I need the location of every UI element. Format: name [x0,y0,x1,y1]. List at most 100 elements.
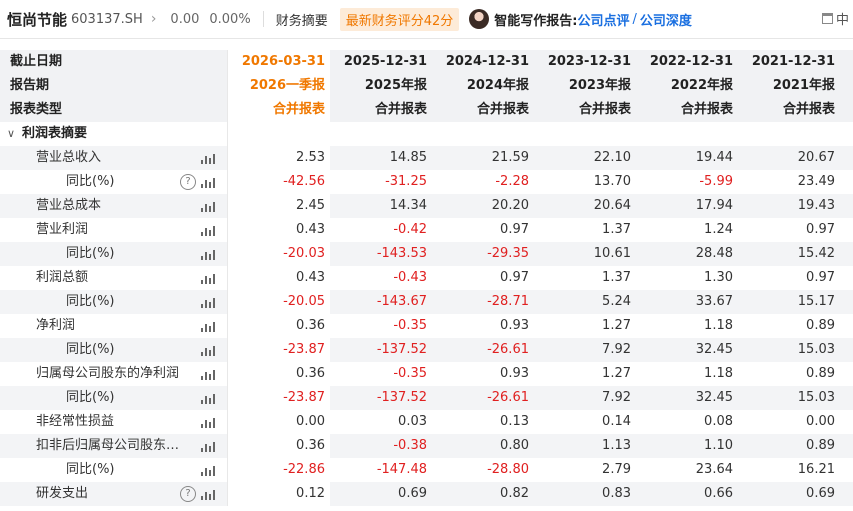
table-cell: 1.30 [704,270,733,285]
bar-chart-icon-bar [209,470,211,476]
stock-price: 0.00 [170,11,200,27]
company-review-link[interactable]: 公司点评 [577,10,629,29]
row-label-cell: 同比(%) [0,386,228,410]
bar-chart-icon[interactable] [201,297,215,308]
help-icon[interactable]: ? [180,174,196,190]
bar-chart-icon[interactable] [201,201,215,212]
table-cell: -0.38 [393,438,427,453]
row-label: 同比(%) [66,462,115,477]
row-label-cell: 营业总成本 [0,194,228,218]
header-value: 2023-12-31 [547,54,631,69]
header-value: 2021-12-31 [751,54,835,69]
row-label-cell: 归属母公司股东的净利润 [0,362,228,386]
table-cell: 0.08 [704,414,733,429]
table-cell: 0.97 [806,222,835,237]
table-cell: 1.10 [704,438,733,453]
header-value: 合并报表 [374,102,427,117]
table-header-row: 报告期 2026一季报 2025年报 2024年报 2023年报 2022年报 2021年报 [0,74,853,98]
table-cell: 17.94 [695,198,733,213]
table-cell-overflow [840,242,853,266]
table-cell: -20.03 [228,242,330,266]
tab-financial-summary[interactable]: 财务摘要 [276,10,328,29]
table-cell: -0.35 [393,366,427,381]
section-title: 利润表摘要 [22,126,88,141]
row-label-cell: 利润总额 [0,266,228,290]
table-cell: 0.83 [602,486,631,501]
table-cell: -26.61 [487,342,529,357]
table-cell: 2.79 [602,462,631,477]
bar-chart-icon-bar [213,226,215,236]
table-cell: 22.10 [593,150,631,165]
bar-chart-icon-bar [209,398,211,404]
table-cell: 0.97 [500,270,529,285]
header-label: 截止日期 [10,54,63,69]
row-label-cell: 扣非后归属母公司股东… [0,434,228,458]
calendar-toggle[interactable]: 中 [822,9,849,28]
row-label: 同比(%) [66,294,115,309]
table-row: 归属母公司股东的净利润 0.36 -0.35 0.93 1.27 1.18 0.89 [0,362,853,386]
header-value: 合并报表 [782,102,835,117]
bar-chart-icon-bar [205,468,207,476]
table-cell: 19.44 [695,150,733,165]
table-cell-overflow [840,290,853,314]
bar-chart-icon-bar [205,204,207,212]
table-cell: 0.00 [228,410,330,434]
bar-chart-icon-bar [213,346,215,356]
table-cell-overflow [840,314,853,338]
bar-chart-icon-bar [209,206,211,212]
company-depth-link[interactable]: 公司深度 [640,10,692,29]
bar-chart-icon[interactable] [201,321,215,332]
bar-chart-icon[interactable] [201,273,215,284]
bar-chart-icon-bar [213,274,215,284]
table-cell: 19.43 [797,198,835,213]
bar-chart-icon-bar [205,348,207,356]
score-badge[interactable]: 最新财务评分42分 [339,7,460,31]
bar-chart-icon-bar [205,444,207,452]
bar-chart-icon[interactable] [201,417,215,428]
bar-chart-icon-bar [205,396,207,404]
bar-chart-icon-bar [201,160,203,164]
bar-chart-icon[interactable] [201,489,215,500]
table-cell-overflow [840,338,853,362]
bar-chart-icon[interactable] [201,345,215,356]
table-cell: 0.97 [500,222,529,237]
row-label: 营业总收入 [36,150,102,165]
bar-chart-icon-bar [201,184,203,188]
bar-chart-icon[interactable] [201,393,215,404]
divider [262,11,264,27]
section-row[interactable]: ∨ 利润表摘要 [0,122,853,146]
header-value: 2022-12-31 [649,54,733,69]
chevron-right-icon[interactable]: › [151,11,157,27]
row-label: 非经常性损益 [36,414,115,429]
table-cell: -0.43 [393,270,427,285]
row-label-cell: 同比(%) [0,338,228,362]
bar-chart-icon[interactable] [201,441,215,452]
row-label: 利润总额 [36,270,89,285]
table-cell: 0.69 [398,486,427,501]
row-label: 同比(%) [66,342,115,357]
table-cell: -20.05 [228,290,330,314]
table-cell: 1.37 [602,222,631,237]
header-value: 合并报表 [228,98,330,122]
bar-chart-icon-bar [213,322,215,332]
help-icon[interactable]: ? [180,486,196,502]
bar-chart-icon-bar [205,180,207,188]
bar-chart-icon-bar [201,424,203,428]
table-cell: 15.17 [797,294,835,309]
table-cell: -28.80 [487,462,529,477]
bar-chart-icon[interactable] [201,249,215,260]
row-label: 同比(%) [66,174,115,189]
bar-chart-icon[interactable] [201,369,215,380]
bar-chart-icon-bar [201,232,203,236]
table-row: 同比(%) -22.86 -147.48 -28.80 2.79 23.64 16.21 [0,458,853,482]
bar-chart-icon[interactable] [201,465,215,476]
table-cell: 0.93 [500,318,529,333]
table-cell: 0.97 [806,270,835,285]
bar-chart-icon[interactable] [201,225,215,236]
bar-chart-icon[interactable] [201,177,215,188]
table-cell: 13.70 [593,174,631,189]
bar-chart-icon-bar [213,178,215,188]
bar-chart-icon[interactable] [201,153,215,164]
table-cell: 0.80 [500,438,529,453]
stock-code: 603137.SH [71,11,143,27]
